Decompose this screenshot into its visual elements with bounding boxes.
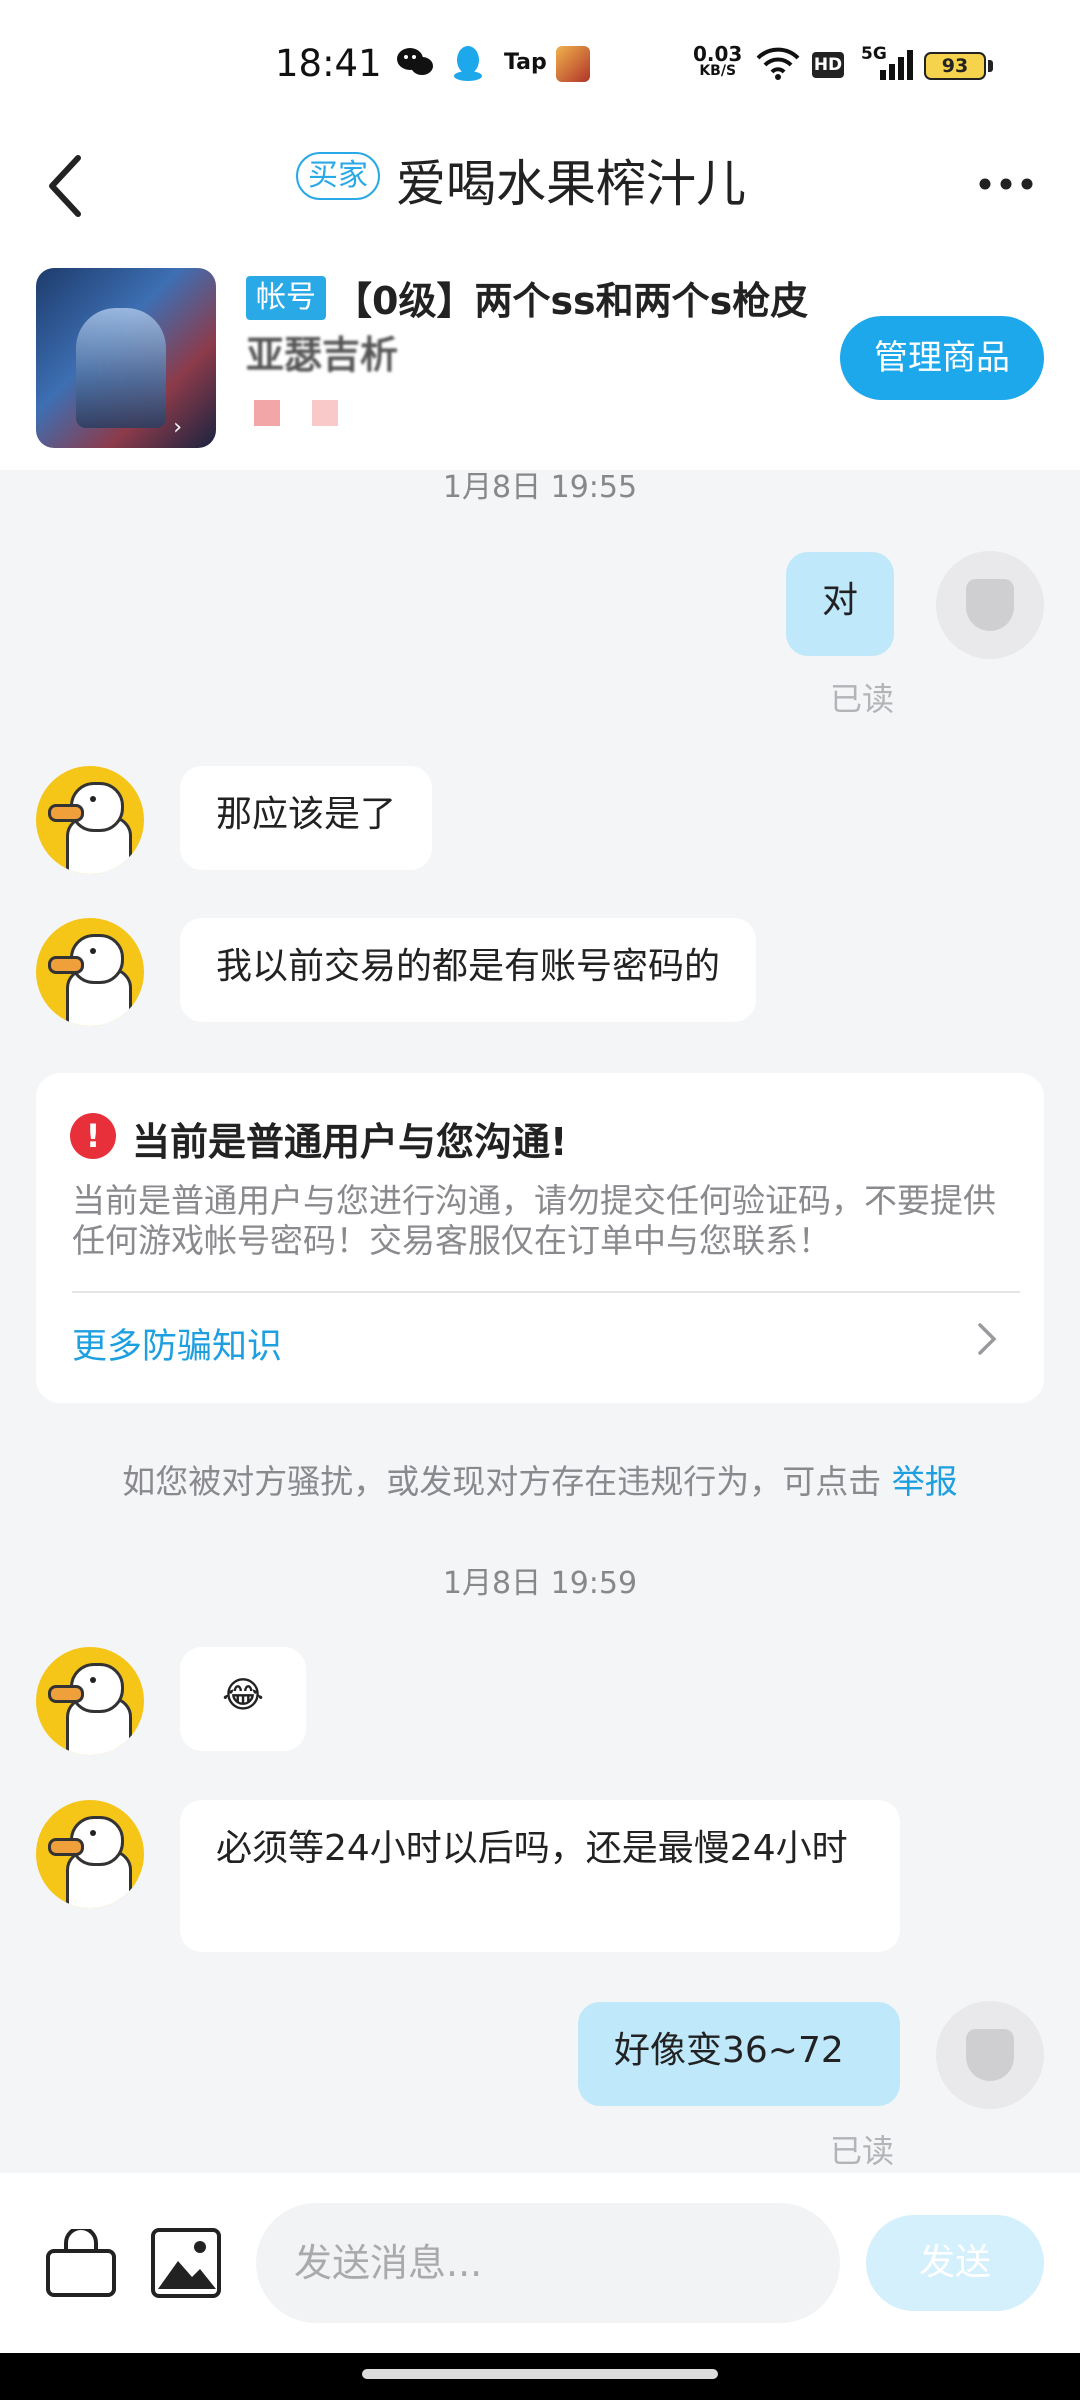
chevron-left-icon[interactable] (44, 152, 84, 224)
chat-header: 买家 爱喝水果榨汁儿 (0, 130, 1080, 260)
message-bubble-incoming[interactable]: 那应该是了 (180, 766, 433, 870)
report-hint: 如您被对方骚扰，或发现对方存在违规行为，可点击 举报 (0, 1455, 1080, 1503)
message-timestamp: 1月8日 19:55 (442, 470, 638, 505)
taptap-icon: Tap (504, 50, 547, 75)
anti-fraud-link[interactable]: 更多防骗知识 (72, 1318, 282, 1369)
message-bubble-outgoing[interactable]: 对 (786, 552, 895, 656)
status-bar: 18:41 Tap 0.03 KB/S HD 5G 93 (0, 0, 1080, 130)
shield-icon (966, 2029, 1014, 2081)
notice-title: 当前是普通用户与您沟通! (132, 1120, 568, 1164)
my-avatar[interactable] (936, 551, 1044, 659)
notice-body: 当前是普通用户与您进行沟通，请勿提交任何验证码，不要提供任何游戏帐号密码！交易客… (72, 1181, 996, 1260)
shield-icon (966, 579, 1014, 631)
battery-cap (988, 60, 993, 72)
report-hint-text: 如您被对方骚扰，或发现对方存在违规行为，可点击 (122, 1462, 882, 1501)
qq-icon (452, 44, 484, 88)
product-card[interactable]: › 帐号 【0级】两个ss和两个s枪皮 亚瑟吉析 管理商品 (0, 260, 1080, 470)
wechat-icon (396, 46, 434, 84)
battery-indicator: 93 (924, 52, 986, 80)
message-input[interactable] (256, 2203, 840, 2323)
anti-fraud-notice-card: ! 当前是普通用户与您沟通! 当前是普通用户与您进行沟通，请勿提交任何验证码，不… (36, 1073, 1044, 1403)
read-status: 已读 (830, 2132, 895, 2170)
report-link[interactable]: 举报 (892, 1462, 958, 1501)
signal-icon (880, 50, 914, 84)
redacted-block (254, 400, 280, 426)
send-button[interactable]: 发送 (866, 2215, 1044, 2311)
game-icon (556, 46, 590, 82)
system-nav-bar (0, 2353, 1080, 2400)
more-dots-icon[interactable] (978, 176, 1034, 195)
status-time: 18:41 (275, 42, 382, 85)
exclamation-icon: ! (70, 1113, 116, 1159)
manage-product-button[interactable]: 管理商品 (840, 316, 1044, 400)
my-avatar[interactable] (936, 2001, 1044, 2109)
message-bubble-incoming[interactable]: 必须等24小时以后吗，还是最慢24小时 (180, 1800, 900, 1952)
wifi-icon (756, 46, 800, 84)
page-title: 爱喝水果榨汁儿 (396, 155, 746, 213)
contact-avatar[interactable] (36, 766, 144, 874)
image-icon[interactable] (150, 2227, 222, 2299)
contact-avatar[interactable] (36, 918, 144, 1026)
shopping-bag-icon[interactable] (44, 2226, 116, 2299)
contact-avatar[interactable] (36, 1800, 144, 1908)
home-indicator[interactable] (362, 2369, 718, 2379)
product-title-line2: 亚瑟吉析 (246, 333, 399, 377)
buyer-badge: 买家 (296, 152, 380, 200)
read-status: 已读 (830, 680, 895, 718)
chevron-right-icon: › (173, 415, 182, 440)
chevron-right-icon[interactable] (976, 1321, 998, 1361)
message-bubble-outgoing[interactable]: 好像变36~72 (578, 2002, 900, 2106)
message-input-bar: 发送 (0, 2173, 1080, 2353)
product-type-tag: 帐号 (246, 276, 326, 320)
net-speed: 0.03 KB/S (693, 42, 743, 79)
message-bubble-incoming[interactable]: 我以前交易的都是有账号密码的 (180, 918, 757, 1022)
product-thumbnail[interactable]: › (36, 268, 216, 448)
product-title: 【0级】两个ss和两个s枪皮 (334, 279, 809, 323)
message-timestamp: 1月8日 19:59 (442, 1566, 638, 1601)
message-bubble-incoming[interactable]: 😂 (180, 1647, 306, 1751)
contact-avatar[interactable] (36, 1647, 144, 1755)
redacted-block (312, 400, 338, 426)
divider (72, 1291, 1020, 1293)
hd-indicator: HD (812, 52, 844, 78)
product-image-figure (76, 308, 166, 428)
